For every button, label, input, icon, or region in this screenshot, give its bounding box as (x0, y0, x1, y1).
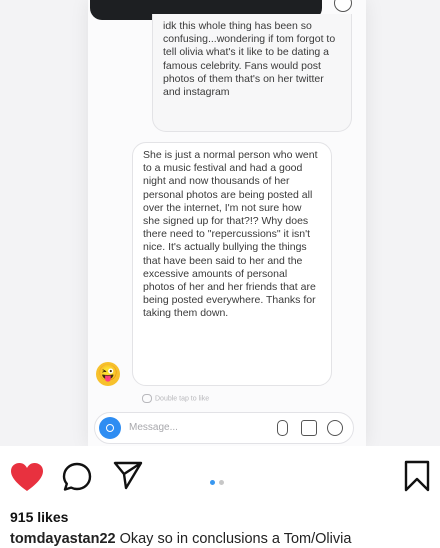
post-caption: tomdayastan22 Okay so in conclusions a To… (10, 531, 351, 547)
message-placeholder: Message... (129, 422, 178, 433)
sticker-icon (327, 420, 343, 436)
message-compose-bar: Message... (94, 412, 354, 444)
post-action-bar (0, 446, 440, 506)
sender-avatar-emoji: 😜 (96, 362, 120, 386)
like-heart-icon[interactable] (10, 462, 44, 497)
like-count[interactable]: 915 likes (10, 509, 68, 525)
caption-text: Okay so in conclusions a Tom/Olivia (119, 531, 352, 547)
camera-icon (99, 417, 121, 439)
gallery-icon (301, 420, 317, 436)
small-heart-icon (142, 394, 152, 403)
message-bubble-received: She is just a normal person who went to … (132, 142, 332, 386)
reaction-hint: Double tap to like (142, 394, 209, 403)
microphone-icon (277, 420, 288, 436)
share-icon[interactable] (113, 460, 143, 495)
carousel-dot (219, 480, 224, 485)
message-text: She is just a normal person who went to … (143, 149, 318, 320)
carousel-dot-active (210, 480, 215, 485)
reaction-hint-text: Double tap to like (155, 395, 210, 403)
carousel-indicator (210, 472, 228, 490)
message-bubble-sent: idk this whole thing has been so confusi… (152, 14, 352, 132)
message-text: idk this whole thing has been so confusi… (163, 20, 336, 99)
dm-screenshot-photo: idk this whole thing has been so confusi… (0, 0, 440, 446)
comment-icon[interactable] (62, 462, 92, 497)
bookmark-icon[interactable] (404, 460, 430, 497)
caption-username[interactable]: tomdayastan22 (10, 531, 116, 547)
